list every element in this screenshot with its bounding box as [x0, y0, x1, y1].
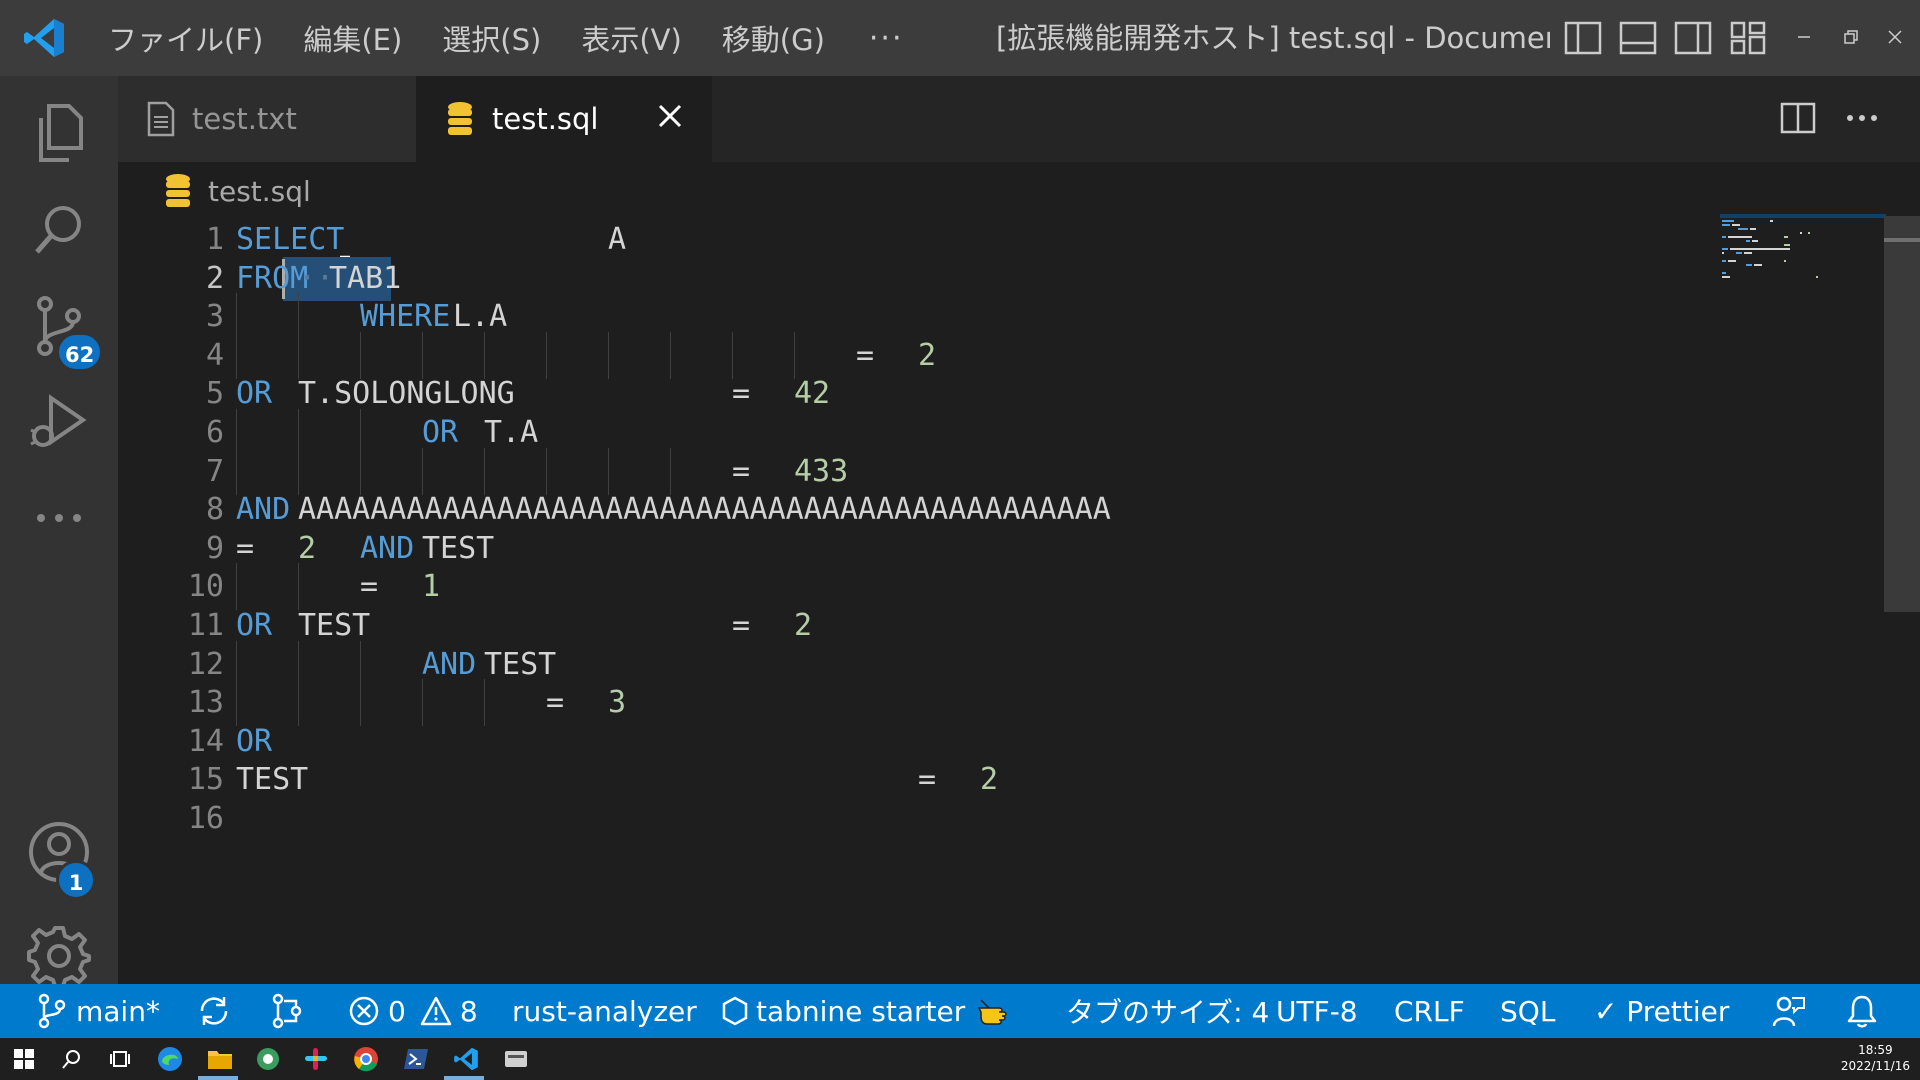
- status-prettier[interactable]: ✓ Prettier: [1594, 984, 1729, 1038]
- toggle-panel-icon[interactable]: [1618, 18, 1658, 58]
- status-language[interactable]: SQL: [1500, 984, 1555, 1038]
- edge-browser-icon[interactable]: [154, 1043, 186, 1075]
- database-icon: [164, 173, 192, 209]
- menu-file[interactable]: ファイル(F): [88, 0, 283, 76]
- git-branch-icon: [36, 993, 66, 1029]
- clock-date: 2022/11/16: [1840, 1059, 1910, 1073]
- close-window-icon[interactable]: [1880, 22, 1910, 52]
- task-view-icon[interactable]: [104, 1043, 136, 1075]
- restore-icon[interactable]: [1836, 22, 1866, 52]
- close-tab-icon[interactable]: [650, 96, 690, 136]
- vscode-logo-icon: [0, 0, 88, 76]
- error-count: 0: [388, 994, 406, 1028]
- menu-view[interactable]: 表示(V): [561, 0, 701, 76]
- toggle-secondary-sidebar-icon[interactable]: [1673, 18, 1713, 58]
- explorer-icon[interactable]: [0, 86, 118, 182]
- pointing-hand-icon: [977, 996, 1015, 1026]
- breadcrumb-file[interactable]: test.sql: [208, 175, 311, 208]
- minimap[interactable]: [1720, 214, 1886, 284]
- vscode-taskbar-icon[interactable]: [450, 1043, 482, 1075]
- branch-name: main*: [76, 994, 160, 1028]
- editor-tabs: test.txt test.sql: [118, 76, 1920, 162]
- tab-label: test.txt: [192, 102, 297, 136]
- chrome-icon[interactable]: [350, 1043, 382, 1075]
- search-icon[interactable]: [0, 182, 118, 278]
- app-globe-icon[interactable]: [252, 1043, 284, 1075]
- more-actions-icon[interactable]: [1840, 96, 1884, 140]
- status-branch[interactable]: main*: [36, 984, 160, 1038]
- status-eol[interactable]: CRLF: [1394, 984, 1465, 1038]
- status-encoding[interactable]: UTF-8: [1276, 984, 1358, 1038]
- vscode-active-indicator: [444, 1076, 484, 1080]
- status-tab-size[interactable]: タブのサイズ: 4: [1066, 984, 1269, 1038]
- more-views-icon[interactable]: [0, 470, 118, 566]
- source-control-badge: 62: [56, 332, 104, 372]
- activity-bar: 62 1: [0, 76, 118, 988]
- window-title: [拡張機能開発ホスト] test.sql - Document...: [996, 21, 1550, 55]
- menu-more-button[interactable]: ···: [845, 21, 928, 56]
- explorer-active-indicator: [198, 1076, 238, 1080]
- status-rust-analyzer[interactable]: rust-analyzer: [512, 984, 697, 1038]
- menu-bar: ファイル(F) 編集(E) 選択(S) 表示(V) 移動(G) ···: [88, 0, 928, 76]
- tab-test-txt[interactable]: test.txt: [118, 76, 416, 162]
- status-problems[interactable]: 0 8: [348, 984, 478, 1038]
- file-text-icon: [146, 101, 176, 137]
- error-icon: [348, 995, 380, 1027]
- warning-icon: [420, 995, 452, 1027]
- run-debug-icon[interactable]: [0, 374, 118, 470]
- menu-selection[interactable]: 選択(S): [422, 0, 561, 76]
- tab-test-sql[interactable]: test.sql: [416, 76, 712, 162]
- toggle-primary-sidebar-icon[interactable]: [1563, 18, 1603, 58]
- git-graph-icon[interactable]: [270, 984, 306, 1038]
- notifications-bell-icon[interactable]: [1846, 984, 1878, 1038]
- feedback-icon[interactable]: [1772, 984, 1806, 1038]
- taskbar-search-icon[interactable]: [56, 1043, 88, 1075]
- menu-go[interactable]: 移動(G): [702, 0, 845, 76]
- tabnine-icon: [722, 996, 748, 1026]
- line-number: 16: [187, 801, 224, 836]
- code-editor[interactable]: 1 SELECT A 2 FROM ·· TAB1 3 WHERE L.A 4 = 2 5 OR T.SOLO…: [118, 220, 1884, 984]
- file-explorer-icon[interactable]: [204, 1043, 236, 1075]
- accounts-badge: 1: [56, 860, 96, 900]
- system-clock[interactable]: 18:59 2022/11/16: [1841, 1042, 1910, 1074]
- menu-edit[interactable]: 編集(E): [283, 0, 422, 76]
- customize-layout-icon[interactable]: [1728, 18, 1768, 58]
- scrollbar-cursor-marker: [1884, 238, 1920, 242]
- powershell-icon[interactable]: [400, 1043, 432, 1075]
- vertical-scrollbar-thumb[interactable]: [1884, 216, 1920, 612]
- title-bar: ファイル(F) 編集(E) 選択(S) 表示(V) 移動(G) ··· [拡張機…: [0, 0, 1920, 76]
- tab-label: test.sql: [492, 102, 599, 136]
- code-line[interactable]: 16: [118, 795, 1718, 842]
- accounts-icon[interactable]: 1: [0, 804, 118, 900]
- split-editor-icon[interactable]: [1776, 96, 1820, 140]
- tabnine-label: tabnine starter: [756, 994, 966, 1028]
- slack-icon[interactable]: [300, 1043, 332, 1075]
- status-bar: main* 0 8 rust-analyzer tabnine starter …: [0, 984, 1920, 1038]
- sync-icon[interactable]: [196, 984, 232, 1038]
- source-control-icon[interactable]: 62: [0, 278, 118, 374]
- clock-time: 18:59: [1858, 1043, 1893, 1057]
- os-taskbar: 18:59 2022/11/16: [0, 1038, 1920, 1080]
- warning-count: 8: [459, 994, 478, 1028]
- minimize-icon[interactable]: [1789, 22, 1819, 52]
- database-icon: [446, 101, 474, 137]
- app-window-icon[interactable]: [500, 1043, 532, 1075]
- windows-start-icon[interactable]: [8, 1043, 40, 1075]
- breadcrumb: test.sql: [118, 162, 311, 220]
- status-tabnine[interactable]: tabnine starter: [722, 984, 1015, 1038]
